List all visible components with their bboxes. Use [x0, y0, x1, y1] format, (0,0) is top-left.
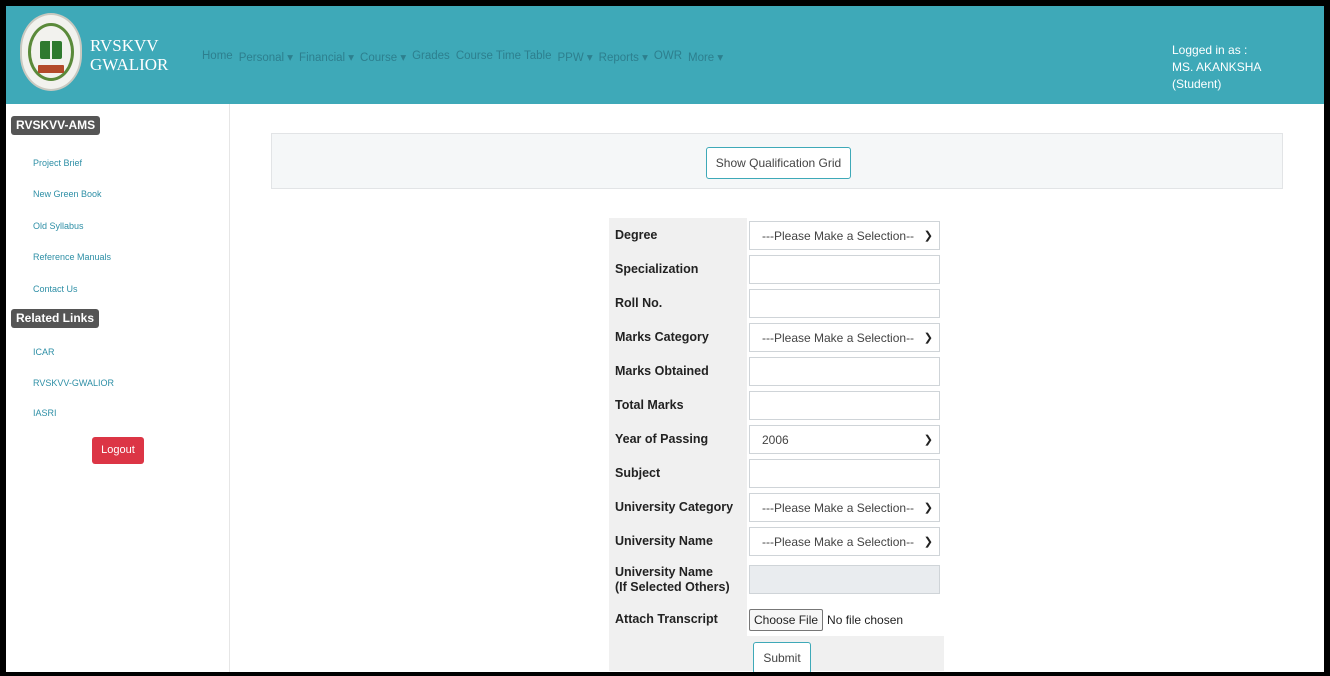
- form-row-specialization: Specialization: [609, 252, 944, 286]
- cell-specialization: [747, 252, 944, 286]
- university-name-select-value: ---Please Make a Selection--: [762, 534, 915, 549]
- cell-marks-obtained: [747, 354, 944, 388]
- year-of-passing-select[interactable]: 2006 ❯: [749, 425, 940, 454]
- chevron-down-icon: ❯: [923, 332, 933, 344]
- file-status-text: No file chosen: [827, 612, 904, 627]
- cell-marks-category: ---Please Make a Selection-- ❯: [747, 320, 944, 354]
- label-total-marks: Total Marks: [609, 388, 747, 422]
- logo-base: [38, 65, 64, 73]
- form-row-attach-transcript: Attach Transcript Choose File No file ch…: [609, 602, 944, 636]
- logout-button[interactable]: Logout: [92, 437, 144, 464]
- label-university-name-others: University Name (If Selected Others): [609, 558, 747, 602]
- sidebar-link-contact-us[interactable]: Contact Us: [33, 284, 78, 294]
- cell-university-name-others: [747, 558, 944, 602]
- nav-owr[interactable]: OWR: [654, 50, 682, 64]
- label-degree: Degree: [609, 218, 747, 252]
- chevron-down-icon: ❯: [923, 502, 933, 514]
- cell-attach-transcript: Choose File No file chosen: [747, 602, 944, 636]
- label-roll-no: Roll No.: [609, 286, 747, 320]
- university-logo[interactable]: [20, 13, 82, 91]
- year-of-passing-select-value: 2006: [762, 432, 789, 447]
- chevron-down-icon: ❯: [923, 434, 933, 446]
- form-row-university-name-others: University Name (If Selected Others): [609, 558, 944, 602]
- transcript-file-input[interactable]: Choose File No file chosen: [749, 605, 903, 634]
- cell-total-marks: [747, 388, 944, 422]
- form-row-submit: Submit: [609, 636, 944, 672]
- form-row-total-marks: Total Marks: [609, 388, 944, 422]
- submit-button[interactable]: Submit: [753, 642, 811, 672]
- form-row-university-name: University Name ---Please Make a Selecti…: [609, 524, 944, 558]
- sidebar-link-old-syllabus[interactable]: Old Syllabus: [33, 221, 84, 231]
- marks-category-select-value: ---Please Make a Selection--: [762, 330, 915, 345]
- form-row-university-category: University Category ---Please Make a Sel…: [609, 490, 944, 524]
- nav-home[interactable]: Home: [202, 50, 233, 64]
- label-attach-transcript: Attach Transcript: [609, 602, 747, 636]
- label-specialization: Specialization: [609, 252, 747, 286]
- university-name-others-input: [749, 565, 940, 594]
- label-marks-obtained: Marks Obtained: [609, 354, 747, 388]
- university-category-select-value: ---Please Make a Selection--: [762, 500, 915, 515]
- form-row-year-of-passing: Year of Passing 2006 ❯: [609, 422, 944, 456]
- label-year-of-passing: Year of Passing: [609, 422, 747, 456]
- show-qualification-grid-button[interactable]: Show Qualification Grid: [706, 147, 851, 179]
- sidebar-link-new-green-book[interactable]: New Green Book: [33, 189, 102, 199]
- nav-ppw[interactable]: PPW ▾: [557, 50, 592, 64]
- sidebar-link-project-brief[interactable]: Project Brief: [33, 158, 82, 168]
- label-marks-category: Marks Category: [609, 320, 747, 354]
- sidebar-link-rvskvv-gwalior[interactable]: RVSKVV-GWALIOR: [33, 378, 114, 388]
- sidebar: RVSKVV-AMS Project Brief New Green Book …: [6, 104, 230, 672]
- nav-course[interactable]: Course ▾: [360, 50, 406, 64]
- nav-more[interactable]: More ▾: [688, 50, 723, 64]
- label-university-name: University Name: [609, 524, 747, 558]
- roll-no-input[interactable]: [749, 289, 940, 318]
- cell-degree: ---Please Make a Selection-- ❯: [747, 218, 944, 252]
- subject-input[interactable]: [749, 459, 940, 488]
- sidebar-link-icar[interactable]: ICAR: [33, 347, 55, 357]
- brand-line2: GWALIOR: [90, 55, 169, 74]
- total-marks-input[interactable]: [749, 391, 940, 420]
- nav-reports[interactable]: Reports ▾: [599, 50, 648, 64]
- specialization-input[interactable]: [749, 255, 940, 284]
- degree-select-value: ---Please Make a Selection--: [762, 228, 915, 243]
- marks-category-select[interactable]: ---Please Make a Selection-- ❯: [749, 323, 940, 352]
- brand-line1: RVSKVV: [90, 36, 159, 55]
- university-category-select[interactable]: ---Please Make a Selection-- ❯: [749, 493, 940, 522]
- form-row-degree: Degree ---Please Make a Selection-- ❯: [609, 218, 944, 252]
- login-label: Logged in as :: [1172, 43, 1248, 57]
- login-user: MS. AKANKSHA (Student): [1172, 60, 1261, 91]
- choose-file-button[interactable]: Choose File: [749, 608, 824, 631]
- cell-university-name: ---Please Make a Selection-- ❯: [747, 524, 944, 558]
- nav-grades[interactable]: Grades: [412, 50, 450, 64]
- brand-name: RVSKVV GWALIOR: [90, 36, 168, 74]
- form-row-roll-no: Roll No.: [609, 286, 944, 320]
- form-row-subject: Subject: [609, 456, 944, 490]
- cell-university-category: ---Please Make a Selection-- ❯: [747, 490, 944, 524]
- cell-subject: [747, 456, 944, 490]
- university-name-select[interactable]: ---Please Make a Selection-- ❯: [749, 527, 940, 556]
- cell-year-of-passing: 2006 ❯: [747, 422, 944, 456]
- qualification-grid-panel: Show Qualification Grid: [271, 133, 1283, 189]
- label-subject: Subject: [609, 456, 747, 490]
- label-university-category: University Category: [609, 490, 747, 524]
- sidebar-link-iasri[interactable]: IASRI: [33, 408, 57, 418]
- cell-roll-no: [747, 286, 944, 320]
- logo-book-icon: [40, 41, 62, 59]
- nav-course-time-table[interactable]: Course Time Table: [456, 50, 552, 64]
- login-info: Logged in as : MS. AKANKSHA (Student): [1172, 42, 1312, 93]
- sidebar-section-ams: RVSKVV-AMS: [11, 116, 101, 135]
- sidebar-link-reference-manuals[interactable]: Reference Manuals: [33, 252, 111, 262]
- main-nav: Home Personal ▾ Financial ▾ Course ▾ Gra…: [202, 50, 723, 64]
- form-row-marks-obtained: Marks Obtained: [609, 354, 944, 388]
- degree-select[interactable]: ---Please Make a Selection-- ❯: [749, 221, 940, 250]
- sidebar-section-related-links: Related Links: [11, 309, 100, 328]
- nav-personal[interactable]: Personal ▾: [239, 50, 293, 64]
- marks-obtained-input[interactable]: [749, 357, 940, 386]
- app-window: RVSKVV GWALIOR Home Personal ▾ Financial…: [6, 6, 1324, 672]
- form-row-marks-category: Marks Category ---Please Make a Selectio…: [609, 320, 944, 354]
- qualification-form: Degree ---Please Make a Selection-- ❯ Sp…: [609, 218, 944, 672]
- top-header: RVSKVV GWALIOR Home Personal ▾ Financial…: [6, 6, 1324, 104]
- chevron-down-icon: ❯: [923, 536, 933, 548]
- nav-financial[interactable]: Financial ▾: [299, 50, 354, 64]
- chevron-down-icon: ❯: [923, 230, 933, 242]
